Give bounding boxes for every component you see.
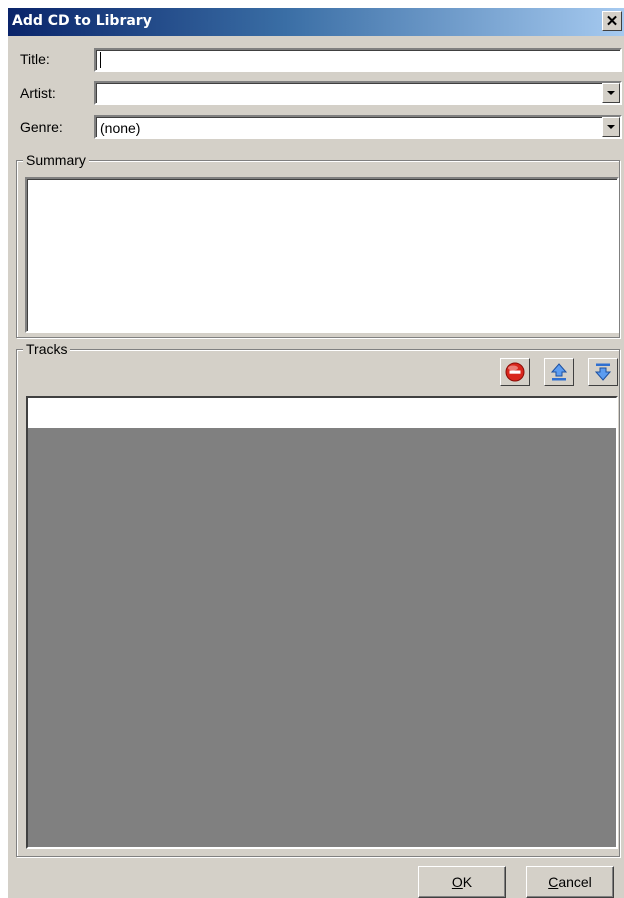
cancel-button[interactable]: Cancel [526,866,614,898]
chevron-down-icon [607,91,615,95]
move-track-down-button[interactable] [588,358,618,386]
genre-combo[interactable]: (none) [94,115,622,139]
summary-legend: Summary [23,152,89,168]
title-label: Title: [20,51,50,67]
title-field[interactable] [94,48,622,72]
move-up-icon [550,363,568,381]
artist-combo[interactable] [94,81,622,105]
ok-button-label: OK [451,874,473,890]
title-input[interactable] [96,50,620,70]
window-title: Add CD to Library [12,13,152,29]
move-down-icon [594,363,612,381]
text-caret [100,52,101,68]
tracks-list-header-row[interactable] [28,398,616,428]
title-bar[interactable]: Add CD to Library ✕ [8,8,624,36]
chevron-down-icon [607,125,615,129]
add-cd-dialog: Add CD to Library ✕ Title: Artist: Genre… [8,8,624,898]
move-track-up-button[interactable] [544,358,574,386]
remove-track-button[interactable] [500,358,530,386]
summary-field[interactable] [25,177,619,333]
genre-value: (none) [100,120,141,136]
tracks-list[interactable] [26,396,618,849]
ok-button[interactable]: OK [418,866,506,898]
genre-dropdown-button[interactable] [602,117,620,137]
summary-textarea[interactable] [27,179,617,331]
cancel-button-label: Cancel [548,874,592,890]
artist-dropdown-button[interactable] [602,83,620,103]
remove-icon [505,362,525,382]
tracks-legend: Tracks [23,341,71,357]
close-icon: ✕ [605,12,619,30]
close-button[interactable]: ✕ [602,11,622,31]
artist-label: Artist: [20,85,56,101]
genre-label: Genre: [20,119,63,135]
